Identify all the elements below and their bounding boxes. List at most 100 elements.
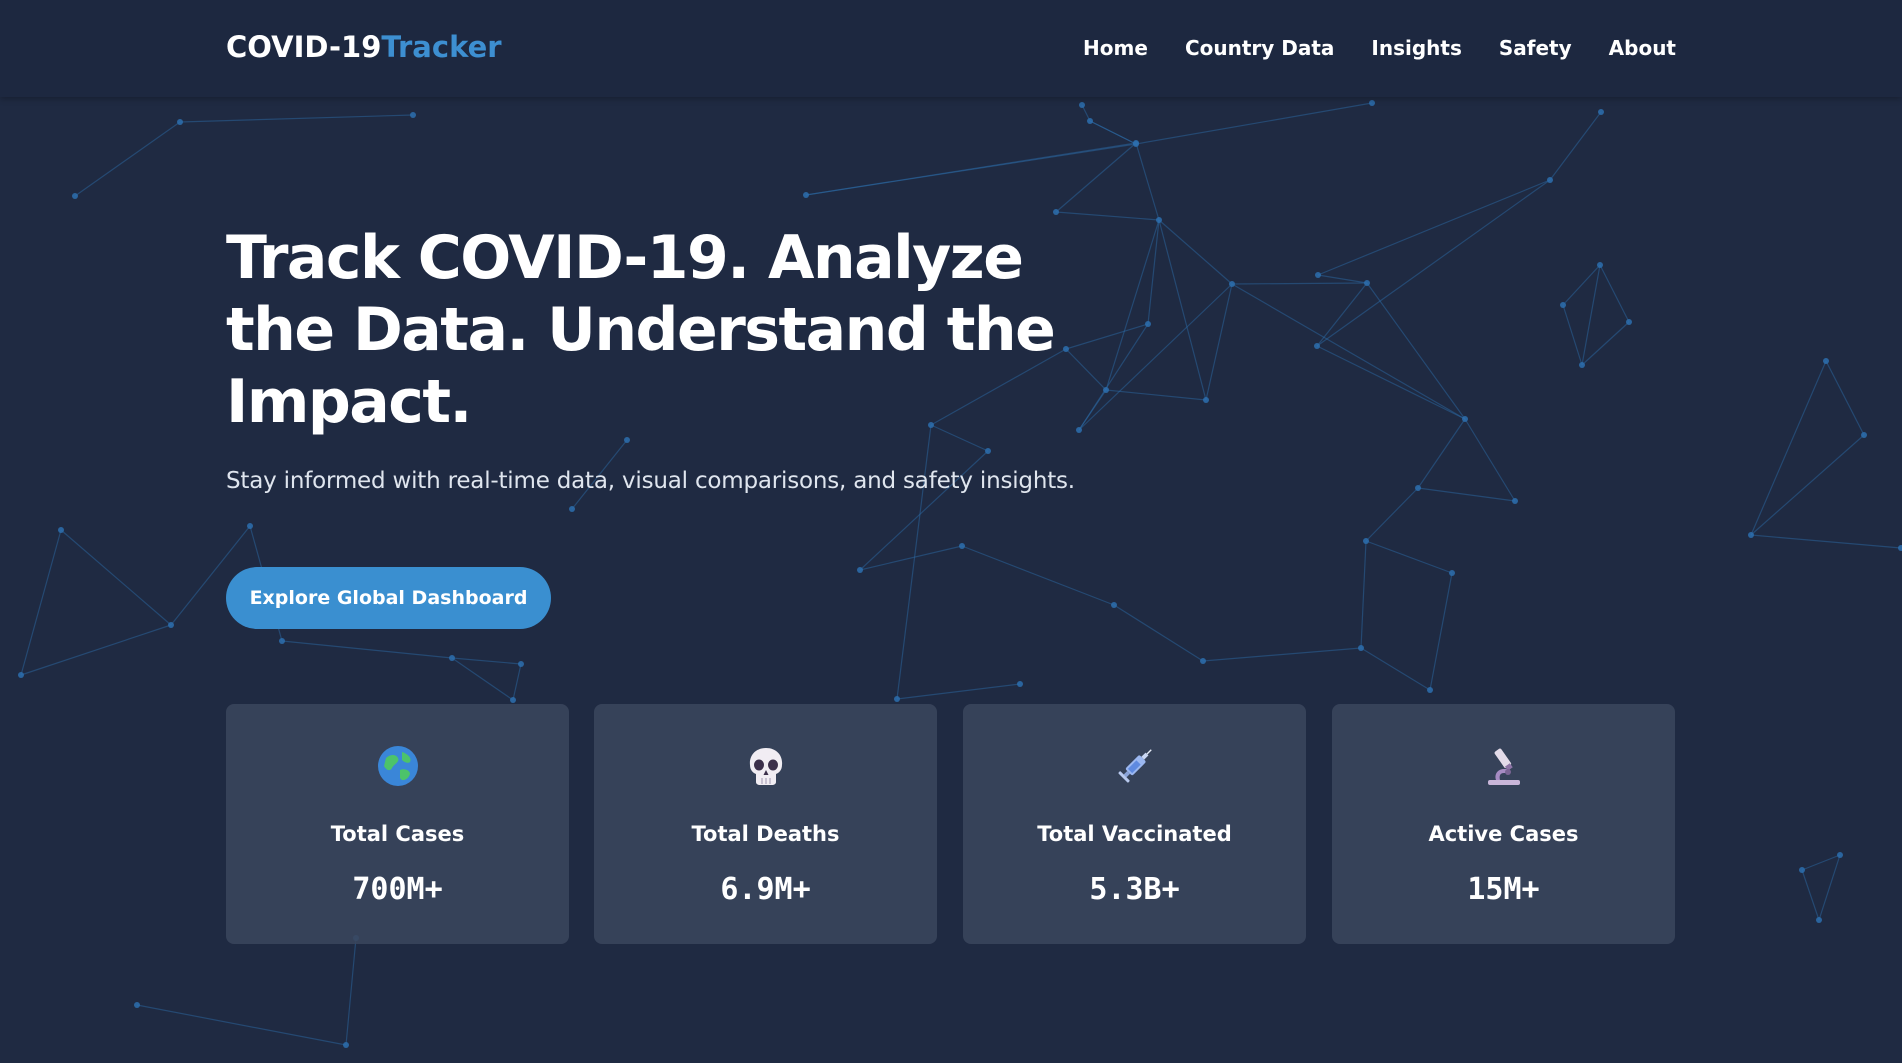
network-node [279,638,285,644]
network-line [961,545,1115,606]
network-line [1562,304,1583,366]
network-line [1231,282,1368,285]
network-line [1365,487,1419,542]
stat-label: Total Cases [330,822,465,846]
network-node [1597,262,1603,268]
network-line [1429,572,1453,691]
network-line [1202,647,1362,662]
navbar: COVID-19Tracker Home Country Data Insigh… [0,0,1902,97]
network-line [451,657,522,665]
network-node [343,1042,349,1048]
hero-title-line-1: Track COVID-19. Analyze [226,223,1024,293]
network-line [1147,219,1160,325]
network-node [1449,570,1455,576]
nav-link-about[interactable]: About [1609,36,1676,60]
network-line [1818,854,1841,921]
stat-value: 5.3B+ [1089,872,1180,907]
network-node [1799,867,1805,873]
network-node [959,543,965,549]
network-node [1363,538,1369,544]
network-node [18,672,24,678]
hero-title-line-3: Impact. [226,367,472,437]
nav-link-insights[interactable]: Insights [1371,36,1461,60]
skull-icon [594,744,937,792]
network-line [1135,102,1373,145]
network-line [179,114,414,123]
network-node [1314,343,1320,349]
network-node [1200,658,1206,664]
network-line [1135,142,1160,221]
network-node [1462,416,1468,422]
network-line [1581,264,1601,366]
nav-link-safety[interactable]: Safety [1499,36,1572,60]
logo-text-accent: Tracker [381,30,502,64]
globe-icon [226,744,569,792]
network-node [134,1002,140,1008]
network-line [1825,360,1865,436]
network-line [1078,283,1233,431]
stat-value: 700M+ [352,872,443,907]
stat-value: 15M+ [1467,872,1540,907]
network-line [1366,282,1466,420]
network-node [1145,321,1151,327]
network-line [1464,418,1516,502]
stat-label: Total Vaccinated [1037,822,1232,846]
network-line [136,1004,347,1046]
network-node [247,523,253,529]
network-line [1055,211,1160,221]
network-node [1427,687,1433,693]
network-node [1861,432,1867,438]
network-node [449,655,455,661]
hero-section: Track COVID-19. Analyze the Data. Unders… [226,222,1075,494]
network-node [1837,852,1843,858]
network-node [518,661,524,667]
network-node [1626,319,1632,325]
network-node [1358,645,1364,651]
network-node [1823,358,1829,364]
nav-link-home[interactable]: Home [1083,36,1148,60]
network-line [20,529,62,676]
site-logo[interactable]: COVID-19Tracker [226,30,502,64]
network-line [74,121,181,197]
network-node [1579,362,1585,368]
network-line [1750,360,1827,536]
network-line [20,624,172,676]
network-node [1087,118,1093,124]
network-line [512,663,522,701]
network-node [1229,281,1235,287]
network-node [1415,485,1421,491]
network-line [1750,434,1865,536]
network-node [1512,498,1518,504]
explore-dashboard-button[interactable]: Explore Global Dashboard [226,567,551,629]
network-node [1364,280,1370,286]
nav-links: Home Country Data Insights Safety About [1046,36,1676,60]
network-node [510,697,516,703]
network-node [1076,427,1082,433]
network-line [1360,647,1431,691]
network-line [1316,179,1551,347]
network-line [1158,219,1233,285]
network-node [177,119,183,125]
network-node [1111,602,1117,608]
network-line [1365,540,1453,574]
stat-card-active-cases: Active Cases 15M+ [1332,704,1675,944]
stat-card-total-deaths: Total Deaths 6.9M+ [594,704,937,944]
network-node [1898,545,1902,551]
network-line [1205,283,1233,401]
nav-link-country-data[interactable]: Country Data [1185,36,1334,60]
network-node [1133,140,1139,146]
network-node [1103,387,1109,393]
network-node [1156,217,1162,223]
network-line [1801,854,1841,871]
network-line [1599,264,1630,323]
network-node [1017,681,1023,687]
network-node [1748,532,1754,538]
network-line [896,683,1021,700]
network-node [1315,272,1321,278]
network-line [1065,323,1149,350]
network-line [859,545,963,571]
network-line [1549,111,1602,181]
network-node [803,192,809,198]
network-node [1547,177,1553,183]
network-line [345,937,357,1046]
